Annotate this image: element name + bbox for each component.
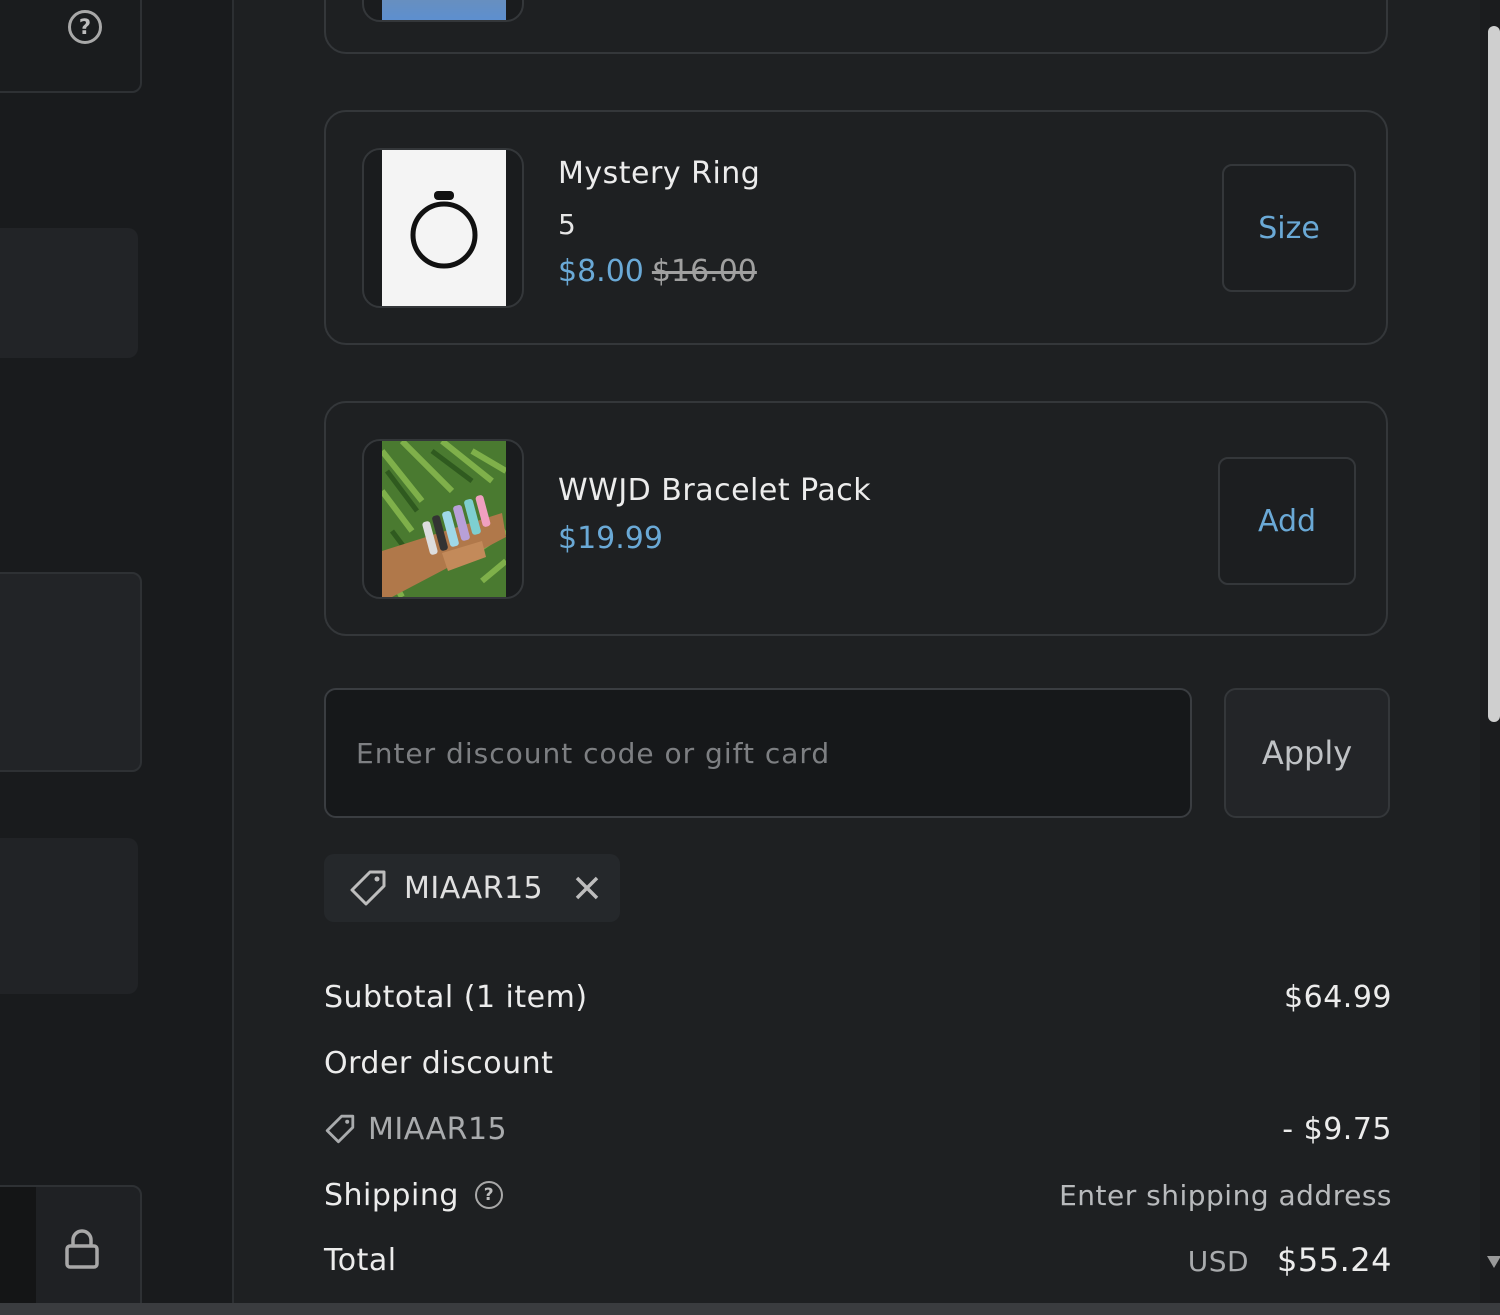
bottom-edge [0,1303,1500,1315]
product-thumbnail [362,0,524,22]
close-icon[interactable] [573,874,601,902]
lock-icon [65,1229,99,1269]
product-card [324,0,1388,54]
apply-button[interactable]: Apply [1224,688,1390,818]
order-discount-row: Order discount [324,1038,1392,1088]
form-field-box[interactable] [0,228,138,358]
discount-code-text: MIAAR15 [368,1111,508,1147]
ring-icon [410,191,478,269]
discount-code-row: MIAAR15 - $9.75 [324,1104,1392,1154]
question-circle-icon[interactable]: ? [68,10,102,44]
form-field-box[interactable] [0,838,138,994]
shipping-row: Shipping ? Enter shipping address [324,1170,1392,1220]
add-button[interactable]: Add [1218,457,1356,585]
total-label: Total [324,1242,397,1278]
product-price: $19.99 [558,521,663,556]
discount-code-line: MIAAR15 [324,1112,507,1147]
total-amount: $55.24 [1277,1241,1392,1279]
currency-code: USD [1187,1245,1250,1278]
shipping-label: Shipping [324,1177,459,1213]
upsell-card-mystery-ring: Mystery Ring 5 $8.00 $16.00 Size [324,110,1388,345]
product-title: WWJD Bracelet Pack [558,473,872,508]
checkout-form-column: ? [0,0,234,1315]
product-title: Mystery Ring [558,156,761,191]
tag-icon [325,1114,355,1144]
sale-price: $8.00 [558,254,644,289]
compare-at-price: $16.00 [651,254,757,289]
discount-code-input[interactable] [324,688,1192,818]
product-thumbnail [362,148,524,308]
product-price: $8.00 $16.00 [558,254,757,289]
discount-code-label: MIAAR15 [404,870,544,906]
applied-discount-chip: MIAAR15 [324,854,620,922]
subtotal-label: Subtotal (1 item) [324,979,588,1015]
product-thumbnail [362,439,524,599]
product-image [382,0,506,20]
upsell-card-bracelet-pack: WWJD Bracelet Pack $19.99 Add [324,401,1388,636]
scroll-down-arrow-icon[interactable] [1487,1256,1500,1268]
field-strip [0,1187,36,1315]
shipping-line: Shipping ? [324,1178,503,1213]
checkout-page: ? Mystery Ring 5 $8.00 $16.00 Size WWJD … [0,0,1500,1315]
shipping-value: Enter shipping address [1059,1178,1392,1212]
scrollbar-thumb[interactable] [1488,26,1500,722]
product-variant: 5 [558,208,576,241]
total-value-group: USD $55.24 [1188,1241,1392,1279]
form-field-box[interactable] [0,0,142,93]
bracelet-image [382,441,506,597]
tag-icon [350,870,386,906]
bracelet-photo [382,441,506,597]
form-field-box[interactable] [0,572,142,772]
order-discount-label: Order discount [324,1045,554,1081]
discount-amount: - $9.75 [1282,1111,1392,1147]
question-circle-icon[interactable]: ? [474,1181,503,1209]
ring-image [382,150,506,306]
total-row: Total USD $55.24 [324,1235,1392,1285]
size-button[interactable]: Size [1222,164,1356,292]
order-summary: Mystery Ring 5 $8.00 $16.00 Size WWJD Br… [232,0,1480,1315]
subtotal-row: Subtotal (1 item) $64.99 [324,972,1392,1022]
subtotal-value: $64.99 [1284,979,1392,1015]
